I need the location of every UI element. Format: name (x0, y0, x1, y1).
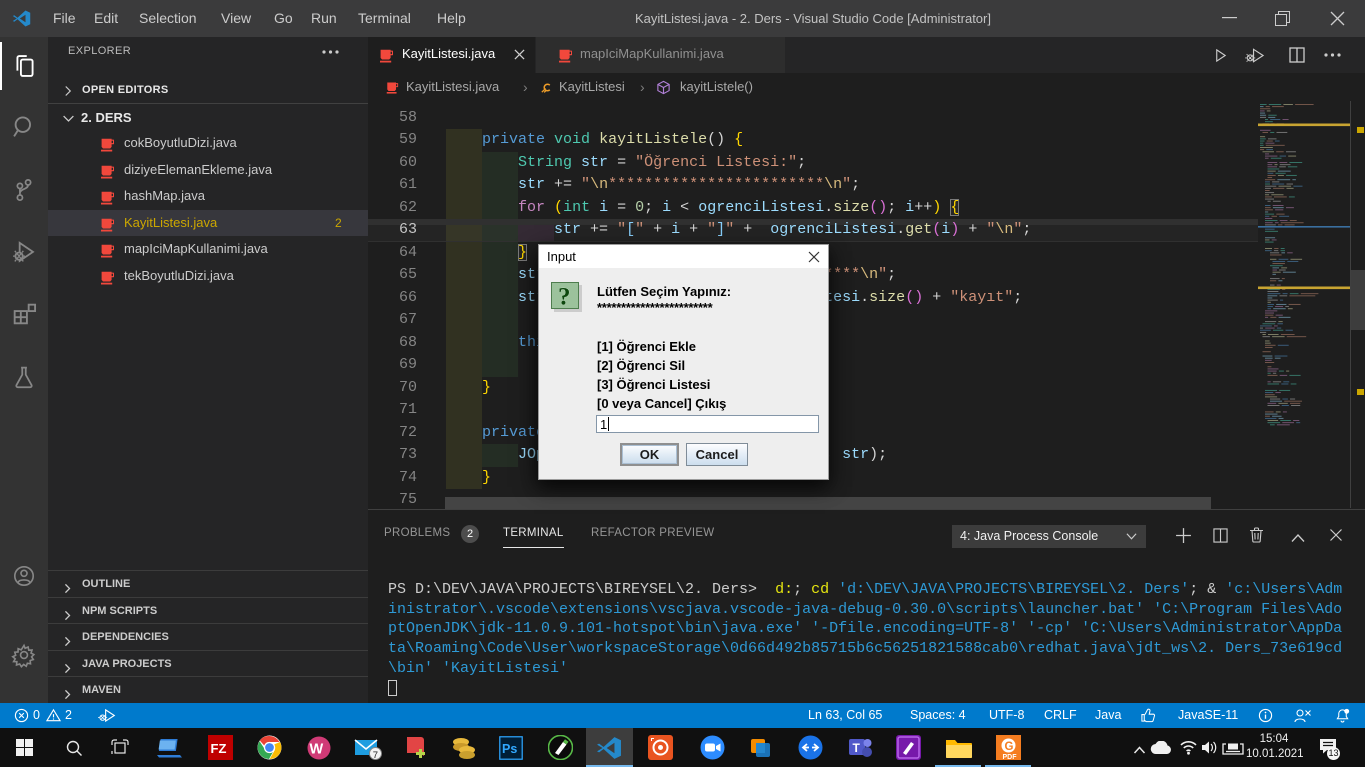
svg-text:G: G (1004, 741, 1013, 753)
svg-text:FZ: FZ (210, 741, 226, 756)
svg-text:?: ? (558, 284, 571, 311)
svg-text:T: T (852, 741, 860, 755)
svg-text:7: 7 (373, 749, 378, 759)
svg-text:Ps: Ps (502, 742, 517, 756)
svg-text:PDF: PDF (1002, 754, 1017, 760)
svg-text:W: W (310, 741, 324, 757)
